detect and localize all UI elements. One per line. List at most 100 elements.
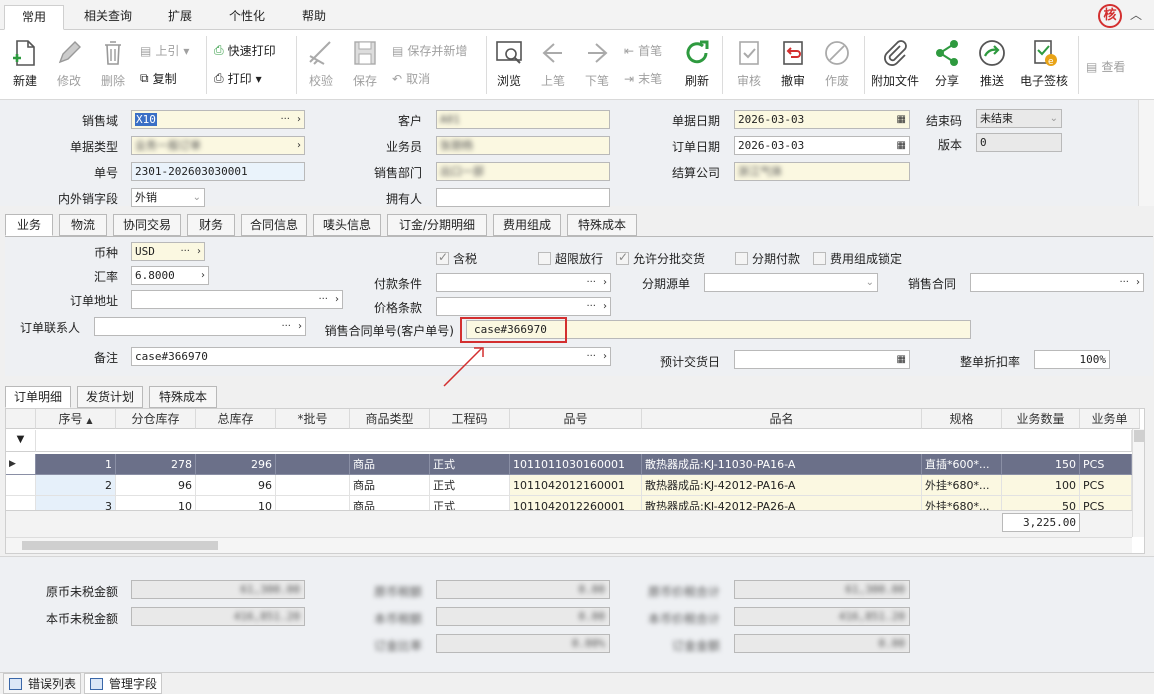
edit-button[interactable]: 修改 [50, 36, 88, 89]
last-record-button[interactable]: ⇥ 末笔 [624, 70, 662, 87]
cancel-button[interactable]: ↶ 取消 [392, 70, 430, 87]
column-header-unit[interactable]: 业务单 [1080, 409, 1140, 429]
column-header-item-type[interactable]: 商品类型 [350, 409, 430, 429]
annotation-arrow-icon [443, 347, 484, 387]
share-button[interactable]: 分享 [928, 36, 966, 89]
save-button[interactable]: 保存 [346, 36, 384, 89]
delivery-date-input[interactable]: ▦ [734, 350, 910, 369]
order-date-input[interactable]: 2026-03-03 ▦ [734, 136, 910, 155]
tab-contract-info[interactable]: 合同信息 [241, 214, 307, 236]
close-code-select[interactable]: 未结束 ⌄ [976, 109, 1062, 128]
column-header-batch[interactable]: *批号 [276, 409, 350, 429]
view-button[interactable]: ▤ 查看 [1086, 58, 1125, 75]
owner-input[interactable] [436, 188, 610, 207]
new-button[interactable]: 新建 [6, 36, 44, 89]
calendar-icon[interactable]: ▦ [897, 111, 906, 128]
order-address-input[interactable]: ··· › [131, 290, 343, 309]
column-header-qty[interactable]: 业务数量 [1002, 409, 1080, 429]
toolbar-separator [486, 36, 487, 94]
browse-button[interactable]: 浏览 [490, 36, 528, 89]
table-row[interactable]: 3 10 10 商品 正式 1011042012260001 散热器成品:KJ-… [6, 496, 1136, 510]
prev-ref-button[interactable]: ▤ 上引 ▾ [140, 42, 189, 59]
price-terms-input[interactable]: ··· › [436, 297, 611, 316]
esign-button[interactable]: e 电子签核 [1016, 36, 1072, 89]
tab-extend[interactable]: 扩展 [156, 5, 204, 30]
tab-common[interactable]: 常用 [4, 5, 64, 30]
payment-terms-input[interactable]: ··· › [436, 273, 611, 292]
grid-vertical-scrollbar[interactable] [1132, 429, 1144, 537]
tab-shipping-plan[interactable]: 发货计划 [77, 386, 143, 408]
copy-button[interactable]: ⧉ 复制 [140, 70, 177, 87]
salesman-label: 业务员 [385, 140, 422, 154]
tab-related-query[interactable]: 相关查询 [74, 5, 142, 30]
discount-input[interactable]: 100% [1034, 350, 1110, 369]
unaudit-button[interactable]: 撤审 [774, 36, 812, 89]
first-record-button[interactable]: ⇤ 首笔 [624, 42, 662, 59]
filter-icon[interactable]: ▼ [6, 430, 36, 452]
doc-date-input[interactable]: 2026-03-03 ▦ [734, 110, 910, 129]
column-header-total-stock[interactable]: 总库存 [196, 409, 276, 429]
column-header-spec[interactable]: 规格 [922, 409, 1002, 429]
prev-record-button[interactable]: 上笔 [534, 36, 572, 89]
print-button[interactable]: ⎙ 打印 ▾ [214, 70, 262, 87]
settle-company-input[interactable]: 浙江气体 [734, 162, 910, 181]
tab-logistics[interactable]: 物流 [59, 214, 107, 236]
new-doc-icon [13, 40, 35, 66]
tab-help[interactable]: 帮助 [290, 5, 338, 30]
doc-no-input[interactable]: 2301-202603030001 [131, 162, 305, 181]
void-button[interactable]: 作废 [818, 36, 856, 89]
domestic-select[interactable]: 外销 ⌄ [131, 188, 205, 207]
customer-input[interactable]: A01 [436, 110, 610, 129]
refresh-button[interactable]: 刷新 [678, 36, 716, 89]
tab-order-detail[interactable]: 订单明细 [5, 386, 71, 408]
tab-special-cost[interactable]: 特殊成本 [567, 214, 637, 236]
column-header-seq[interactable]: 序号 ▲ [36, 409, 116, 429]
tab-grid-special-cost[interactable]: 特殊成本 [149, 386, 217, 408]
audit-badge[interactable]: 核 [1098, 4, 1122, 28]
detail-tabs: 业务 物流 协同交易 财务 合同信息 唛头信息 订金/分期明细 费用组成 特殊成… [5, 214, 645, 236]
sales-domain-input[interactable]: X10 ··· › [131, 110, 305, 129]
tab-mark-info[interactable]: 唛头信息 [313, 214, 381, 236]
column-header-whs-stock[interactable]: 分仓库存 [116, 409, 196, 429]
header-scrollbar[interactable] [1138, 100, 1154, 206]
rate-input[interactable]: 6.8000 › [131, 266, 209, 285]
calendar-icon[interactable]: ▦ [897, 137, 906, 154]
over-release-checkbox[interactable]: 超限放行 [538, 250, 603, 267]
tab-collab-trade[interactable]: 协同交易 [113, 214, 181, 236]
install-source-select[interactable]: ⌄ [704, 273, 878, 292]
tab-business[interactable]: 业务 [5, 214, 53, 236]
quick-print-button[interactable]: ⎙ 快速打印 [214, 42, 276, 59]
doc-type-input[interactable]: 业务一般订单 › [131, 136, 305, 155]
column-header-project-code[interactable]: 工程码 [430, 409, 510, 429]
delete-button[interactable]: 删除 [94, 36, 132, 89]
remark-input[interactable]: case#366970 ··· › [131, 347, 611, 366]
next-record-button[interactable]: 下笔 [578, 36, 616, 89]
tax-checkbox[interactable]: 含税 [436, 250, 477, 267]
audit-button[interactable]: 审核 [730, 36, 768, 89]
tab-fee-composition[interactable]: 费用组成 [493, 214, 561, 236]
column-header-item-no[interactable]: 品号 [510, 409, 642, 429]
currency-input[interactable]: USD ··· › [131, 242, 205, 261]
batch-deliver-checkbox[interactable]: 允许分批交货 [616, 250, 705, 267]
tab-personalize[interactable]: 个性化 [218, 5, 276, 30]
salesman-input[interactable]: 张朋杨 [436, 136, 610, 155]
total-qty: 3,225.00 [1002, 513, 1080, 532]
sales-contract-input[interactable]: ··· › [970, 273, 1144, 292]
attach-file-button[interactable]: 附加文件 [868, 36, 922, 89]
fee-lock-checkbox[interactable]: 费用组成锁定 [813, 250, 902, 267]
verify-button[interactable]: 校验 [302, 36, 340, 89]
order-contact-input[interactable]: ··· › [94, 317, 306, 336]
calendar-icon[interactable]: ▦ [897, 351, 906, 368]
tab-finance[interactable]: 财务 [187, 214, 235, 236]
column-header-item-name[interactable]: 品名 [642, 409, 922, 429]
grid-horizontal-scrollbar[interactable] [6, 537, 1132, 553]
filter-row[interactable] [36, 430, 1132, 452]
push-button[interactable]: 推送 [972, 36, 1012, 89]
collapse-ribbon-icon[interactable]: ︿ [1130, 6, 1142, 23]
save-and-new-button[interactable]: ▤ 保存并新增 [392, 42, 467, 59]
sales-dept-input[interactable]: 出口一部 [436, 162, 610, 181]
installment-checkbox[interactable]: 分期付款 [735, 250, 800, 267]
manage-fields-tab[interactable]: 管理字段 [84, 673, 162, 694]
error-list-tab[interactable]: 错误列表 [3, 673, 81, 694]
tab-deposit-installment[interactable]: 订金/分期明细 [387, 214, 487, 236]
